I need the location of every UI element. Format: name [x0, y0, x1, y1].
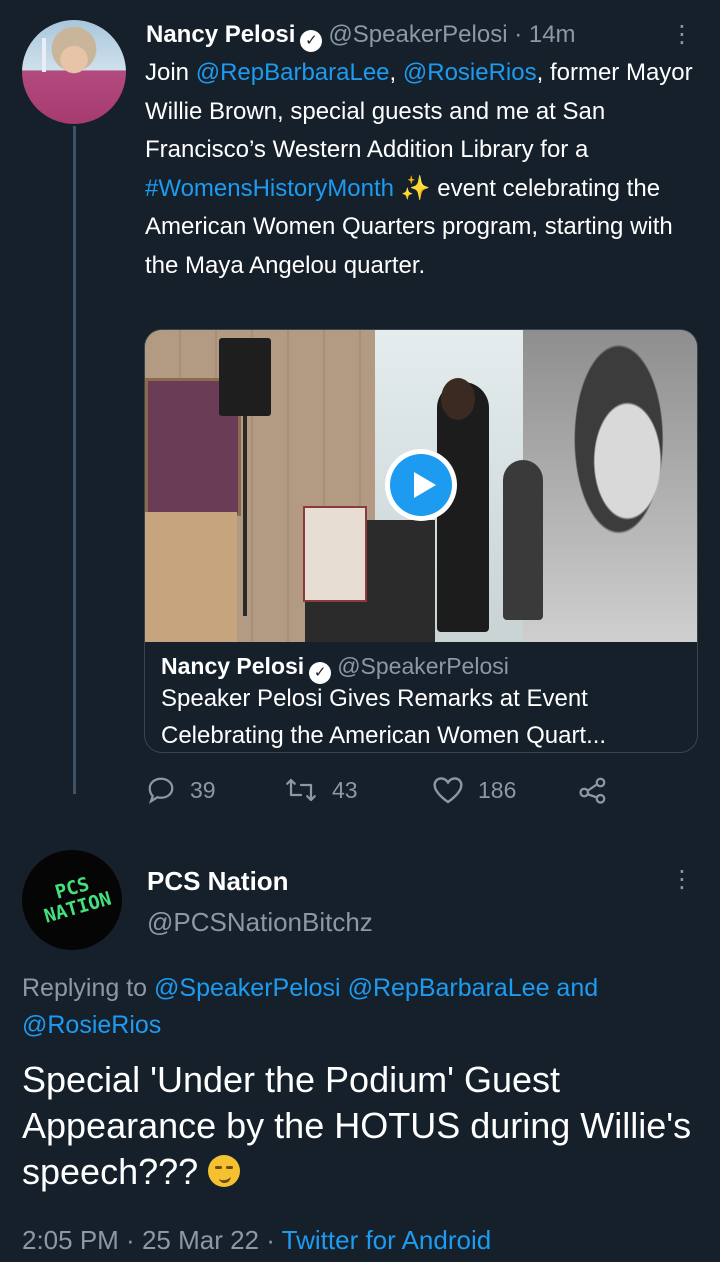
thread-connector-line — [73, 126, 76, 794]
author-handle[interactable]: @PCSNationBitchz — [147, 905, 373, 939]
video-thumbnail[interactable] — [145, 330, 697, 642]
heart-icon — [433, 777, 463, 804]
like-count: 186 — [478, 776, 517, 803]
thumbnail-poster — [303, 506, 367, 602]
retweet-count: 43 — [332, 776, 358, 803]
more-options-icon[interactable]: ⋮ — [670, 22, 694, 48]
tweet-header: Nancy Pelosi ✓ @SpeakerPelosi · 14m — [146, 18, 576, 52]
reply-text: Special 'Under the Podium' Guest Appeara… — [22, 1057, 702, 1195]
monument-shape — [42, 38, 46, 72]
thumbnail-person-seated — [503, 460, 543, 620]
reply-button[interactable]: 39 — [146, 770, 216, 810]
verified-badge-icon: ✓ — [300, 30, 323, 52]
card-title-line: Speaker Pelosi Gives Remarks at Event — [161, 685, 588, 712]
text-part: , — [389, 59, 403, 86]
share-button[interactable] — [578, 770, 622, 810]
like-button[interactable]: 186 — [432, 770, 516, 810]
author-name[interactable]: Nancy Pelosi — [146, 21, 295, 48]
mention-link[interactable]: @RepBarbaraLee — [196, 59, 390, 86]
play-button-icon[interactable] — [385, 449, 457, 521]
play-triangle-icon — [390, 454, 452, 516]
thumbnail-portrait — [523, 330, 697, 642]
card-author-handle: @SpeakerPelosi — [337, 653, 509, 679]
replying-to: Replying to @SpeakerPelosi @RepBarbaraLe… — [22, 970, 702, 1044]
retweet-icon — [286, 778, 316, 802]
tweet-time[interactable]: 2:05 PM — [22, 1225, 119, 1255]
thumbnail-cabinet — [145, 512, 237, 642]
mention-link[interactable]: @RosieRios — [22, 1011, 161, 1039]
tweet-actions-bar: 39 43 186 — [146, 770, 666, 810]
emoji-mouth — [218, 1174, 232, 1184]
card-title: Speaker Pelosi Gives Remarks at Event Ce… — [161, 680, 691, 752]
reply-icon — [148, 777, 174, 804]
thumbnail-speaker — [219, 338, 271, 416]
replying-prefix: Replying to — [22, 974, 155, 1002]
avatar[interactable] — [22, 20, 126, 124]
card-author-name: Nancy Pelosi — [161, 653, 305, 679]
author-handle[interactable]: @SpeakerPelosi — [328, 21, 507, 48]
tweet-date[interactable]: 25 Mar 22 — [142, 1225, 259, 1255]
card-title-line: Celebrating the American Women Quart... — [161, 722, 607, 749]
author-name[interactable]: PCS Nation — [147, 864, 289, 898]
share-icon — [579, 777, 606, 804]
mention-link[interactable]: @RosieRios — [403, 59, 537, 86]
thumbnail-person-head — [441, 378, 475, 420]
avatar[interactable]: PCS NATION — [22, 850, 122, 950]
thumbnail-stand — [243, 416, 247, 616]
tweet-text: Join @RepBarbaraLee, @RosieRios, former … — [145, 54, 705, 285]
smirking-face-icon — [208, 1155, 241, 1187]
replying-and[interactable]: and — [549, 974, 598, 1002]
reply-count: 39 — [190, 776, 216, 803]
retweet-button[interactable]: 43 — [284, 770, 358, 810]
sparkles-icon: ✨ — [400, 174, 431, 202]
mention-link[interactable]: @SpeakerPelosi — [154, 974, 341, 1002]
text-part: Join — [145, 59, 196, 86]
more-options-icon[interactable]: ⋮ — [670, 867, 694, 893]
avatar-logo-text: PCS NATION — [41, 873, 114, 928]
reply-text-content: Special 'Under the Podium' Guest Appeara… — [22, 1059, 692, 1192]
client-link[interactable]: Twitter for Android — [282, 1225, 492, 1255]
tweet-timestamp: 2:05 PM · 25 Mar 22 · Twitter for Androi… — [22, 1225, 492, 1255]
hashtag-link[interactable]: #WomensHistoryMonth — [145, 175, 394, 202]
mention-link[interactable]: @RepBarbaraLee — [348, 974, 550, 1002]
tweet-time-ago: · 14m — [514, 21, 576, 48]
video-link-card[interactable]: Nancy Pelosi ✓ @SpeakerPelosi Speaker Pelo… — [144, 329, 698, 753]
